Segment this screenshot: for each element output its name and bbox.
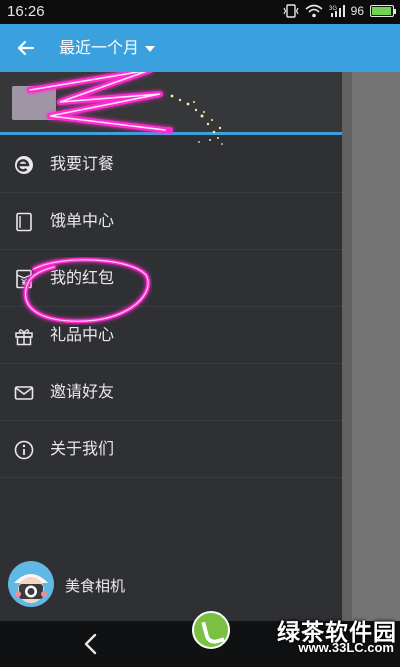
menu-item-invite-friends[interactable]: 邀请好友 <box>0 364 342 421</box>
mail-icon <box>14 383 34 403</box>
menu-item-label: 我的红包 <box>50 268 115 287</box>
red-packet-icon <box>14 269 34 289</box>
status-icons: 3G 96 <box>283 4 396 18</box>
system-nav-bar <box>0 621 400 667</box>
battery-fill <box>372 7 392 15</box>
menu-item-red-packet[interactable]: 我的红包 <box>0 250 342 307</box>
menu-item-order-center[interactable]: 饿单中心 <box>0 193 342 250</box>
e-logo-icon <box>14 155 34 175</box>
profile-header[interactable] <box>0 72 342 135</box>
menu-item-about-us[interactable]: 关于我们 <box>0 421 342 478</box>
battery-icon <box>370 5 396 17</box>
dimmed-content-overlay[interactable] <box>342 72 400 621</box>
vibrate-icon <box>283 4 299 18</box>
profile-underline <box>0 132 342 135</box>
nav-back-icon[interactable] <box>80 632 102 656</box>
food-camera-entry[interactable]: 美食相机 <box>0 559 342 621</box>
dropdown-arrow-icon <box>145 46 156 52</box>
back-arrow-icon[interactable] <box>13 35 39 61</box>
menu-item-order-food[interactable]: 我要订餐 <box>0 136 342 193</box>
camera-mascot-icon <box>8 561 54 607</box>
menu-item-label: 我要订餐 <box>50 154 115 173</box>
navigation-drawer: 我要订餐 饿单中心 我的红包 礼品中心 邀请好友 关于我们 美食相机 <box>0 72 342 621</box>
cell-signal-icon: 3G <box>329 4 345 18</box>
gift-icon <box>14 326 34 346</box>
period-dropdown[interactable]: 最近一个月 <box>59 36 156 60</box>
status-bar: 16:26 3G 96 <box>0 0 400 24</box>
order-list-icon <box>14 212 34 232</box>
menu-item-gift-center[interactable]: 礼品中心 <box>0 307 342 364</box>
wifi-icon <box>305 4 323 18</box>
battery-level: 96 <box>350 4 364 18</box>
menu-item-label: 邀请好友 <box>50 382 115 401</box>
menu-item-label: 关于我们 <box>50 439 115 458</box>
profile-avatar <box>12 86 56 120</box>
drawer-menu: 我要订餐 饿单中心 我的红包 礼品中心 邀请好友 关于我们 <box>0 136 342 478</box>
food-camera-label: 美食相机 <box>65 577 126 595</box>
app-toolbar: 最近一个月 <box>0 24 400 72</box>
menu-item-label: 礼品中心 <box>50 325 115 344</box>
period-dropdown-label: 最近一个月 <box>59 38 140 57</box>
status-time: 16:26 <box>7 3 45 20</box>
menu-item-label: 饿单中心 <box>50 211 115 230</box>
info-icon <box>14 440 34 460</box>
